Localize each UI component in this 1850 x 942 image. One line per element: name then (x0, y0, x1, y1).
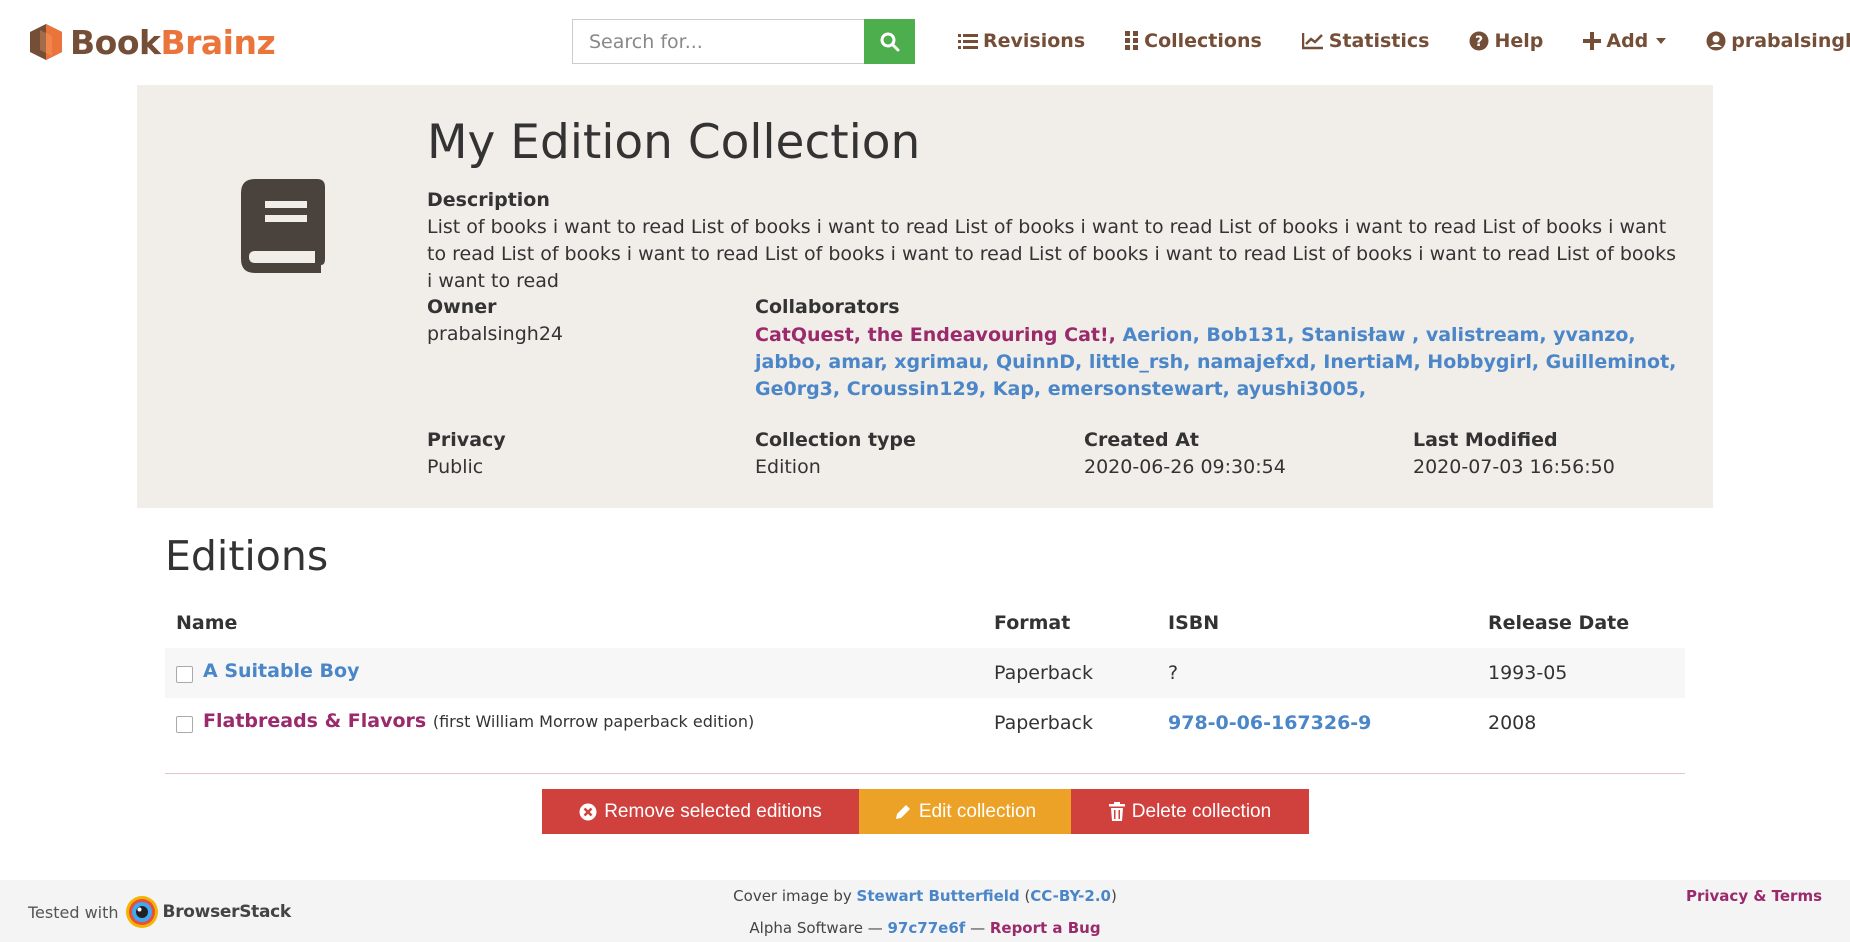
collaborators-label: Collaborators (755, 296, 900, 318)
column-header-name[interactable]: Name (176, 612, 237, 634)
nav-statistics[interactable]: Statistics (1301, 30, 1430, 52)
edition-link[interactable]: Flatbreads & Flavors (first William Morr… (203, 710, 754, 732)
edition-disambiguation: (first William Morrow paperback edition) (432, 712, 755, 731)
last-modified-value: 2020-07-03 16:56:50 (1413, 456, 1615, 478)
alpha-prefix: Alpha Software — (749, 919, 883, 937)
edition-link[interactable]: A Suitable Boy (203, 660, 359, 682)
collection-type-value: Edition (755, 456, 821, 478)
commit-link[interactable]: 97c77e6f (888, 919, 966, 937)
search-button[interactable] (864, 19, 915, 64)
cover-credit: Cover image by Stewart Butterfield (CC-B… (733, 887, 1117, 905)
collection-actions: Remove selected editions Edit collection… (542, 789, 1309, 834)
table-row: A Suitable Boy Paperback ? 1993-05 (165, 648, 1685, 698)
remove-button-label: Remove selected editions (604, 800, 822, 822)
edition-format: Paperback (994, 662, 1093, 684)
privacy-terms-link[interactable]: Privacy & Terms (1686, 887, 1822, 905)
nav-revisions[interactable]: Revisions (958, 30, 1085, 52)
cover-author-link[interactable]: Stewart Butterfield (857, 887, 1020, 905)
question-circle-icon: ? (1469, 31, 1489, 51)
edition-isbn-link[interactable]: 978-0-06-167326-9 (1168, 712, 1371, 734)
alpha-software-line: Alpha Software — 97c77e6f — Report a Bug (0, 919, 1850, 937)
edition-release-date: 2008 (1488, 712, 1537, 734)
line-chart-icon (1301, 33, 1323, 50)
remove-selected-editions-button[interactable]: Remove selected editions (542, 789, 859, 834)
privacy-label: Privacy (427, 429, 506, 451)
table-row: Flatbreads & Flavors (first William Morr… (165, 698, 1685, 748)
edition-format: Paperback (994, 712, 1093, 734)
pencil-icon (895, 804, 910, 819)
privacy-value: Public (427, 456, 484, 478)
collection-header: My Edition Collection Description List o… (137, 85, 1713, 508)
nav-statistics-label: Statistics (1328, 30, 1430, 52)
edition-isbn: ? (1168, 662, 1179, 684)
search-form (572, 19, 915, 64)
footer-dash: — (970, 919, 986, 937)
chevron-down-icon (1656, 38, 1667, 44)
description-text: List of books i want to read List of boo… (427, 216, 1677, 292)
row-checkbox[interactable] (176, 716, 193, 733)
cover-credit-prefix: Cover image by (733, 887, 852, 905)
collaborator-link[interactable]: CatQuest, the Endeavouring Cat!, (755, 324, 1116, 346)
nav-help-label: Help (1494, 30, 1544, 52)
owner-label: Owner (427, 296, 497, 318)
footer: Tested with BrowserStack Cover image by … (0, 880, 1850, 942)
delete-button-label: Delete collection (1131, 800, 1272, 822)
bookbrainz-logo-icon (30, 24, 62, 60)
list-icon (958, 34, 978, 49)
nav-menu: Revisions Collections Statistics ? Help (958, 30, 1850, 52)
column-header-isbn[interactable]: ISBN (1168, 612, 1219, 634)
edition-release-date: 1993-05 (1488, 662, 1568, 684)
owner-value: prabalsingh24 (427, 323, 563, 345)
editions-heading: Editions (165, 532, 329, 580)
edit-collection-button[interactable]: Edit collection (859, 789, 1071, 834)
page-title: My Edition Collection (427, 115, 921, 170)
brand-name: BookBrainz (70, 22, 276, 62)
nav-help[interactable]: ? Help (1469, 30, 1543, 52)
column-header-format[interactable]: Format (994, 612, 1070, 634)
row-checkbox[interactable] (176, 666, 193, 683)
created-at-value: 2020-06-26 09:30:54 (1084, 456, 1286, 478)
collection-type-label: Collection type (755, 429, 916, 451)
search-icon (880, 32, 899, 51)
report-bug-link[interactable]: Report a Bug (990, 919, 1101, 937)
column-header-release-date[interactable]: Release Date (1488, 612, 1629, 634)
edit-button-label: Edit collection (918, 800, 1037, 822)
created-at-label: Created At (1084, 429, 1199, 451)
edition-name[interactable]: Flatbreads & Flavors (203, 710, 426, 732)
collaborators-list: CatQuest, the Endeavouring Cat!, Aerion,… (755, 322, 1685, 403)
grid-icon (1125, 31, 1139, 50)
table-divider (165, 773, 1685, 774)
user-circle-icon (1706, 31, 1726, 51)
navbar: BookBrainz Revisions Collectio (0, 0, 1850, 85)
nav-add-label: Add (1606, 30, 1649, 52)
book-icon (241, 179, 325, 273)
description-label: Description (427, 189, 550, 211)
plus-icon (1583, 32, 1602, 50)
nav-collections[interactable]: Collections (1125, 30, 1262, 52)
cover-license-link[interactable]: CC-BY-2.0 (1030, 887, 1111, 905)
search-input[interactable] (572, 19, 864, 64)
nav-user-dropdown[interactable]: prabalsingh24 (1706, 30, 1850, 52)
nav-user-label: prabalsingh24 (1731, 30, 1850, 52)
nav-collections-label: Collections (1144, 30, 1262, 52)
trash-icon (1108, 802, 1125, 821)
brand-logo[interactable]: BookBrainz (28, 22, 276, 62)
nav-add-dropdown[interactable]: Add (1583, 30, 1667, 52)
last-modified-label: Last Modified (1413, 429, 1558, 451)
nav-revisions-label: Revisions (983, 30, 1086, 52)
svg-text:?: ? (1475, 34, 1483, 50)
times-circle-icon (579, 803, 597, 820)
delete-collection-button[interactable]: Delete collection (1071, 789, 1309, 834)
